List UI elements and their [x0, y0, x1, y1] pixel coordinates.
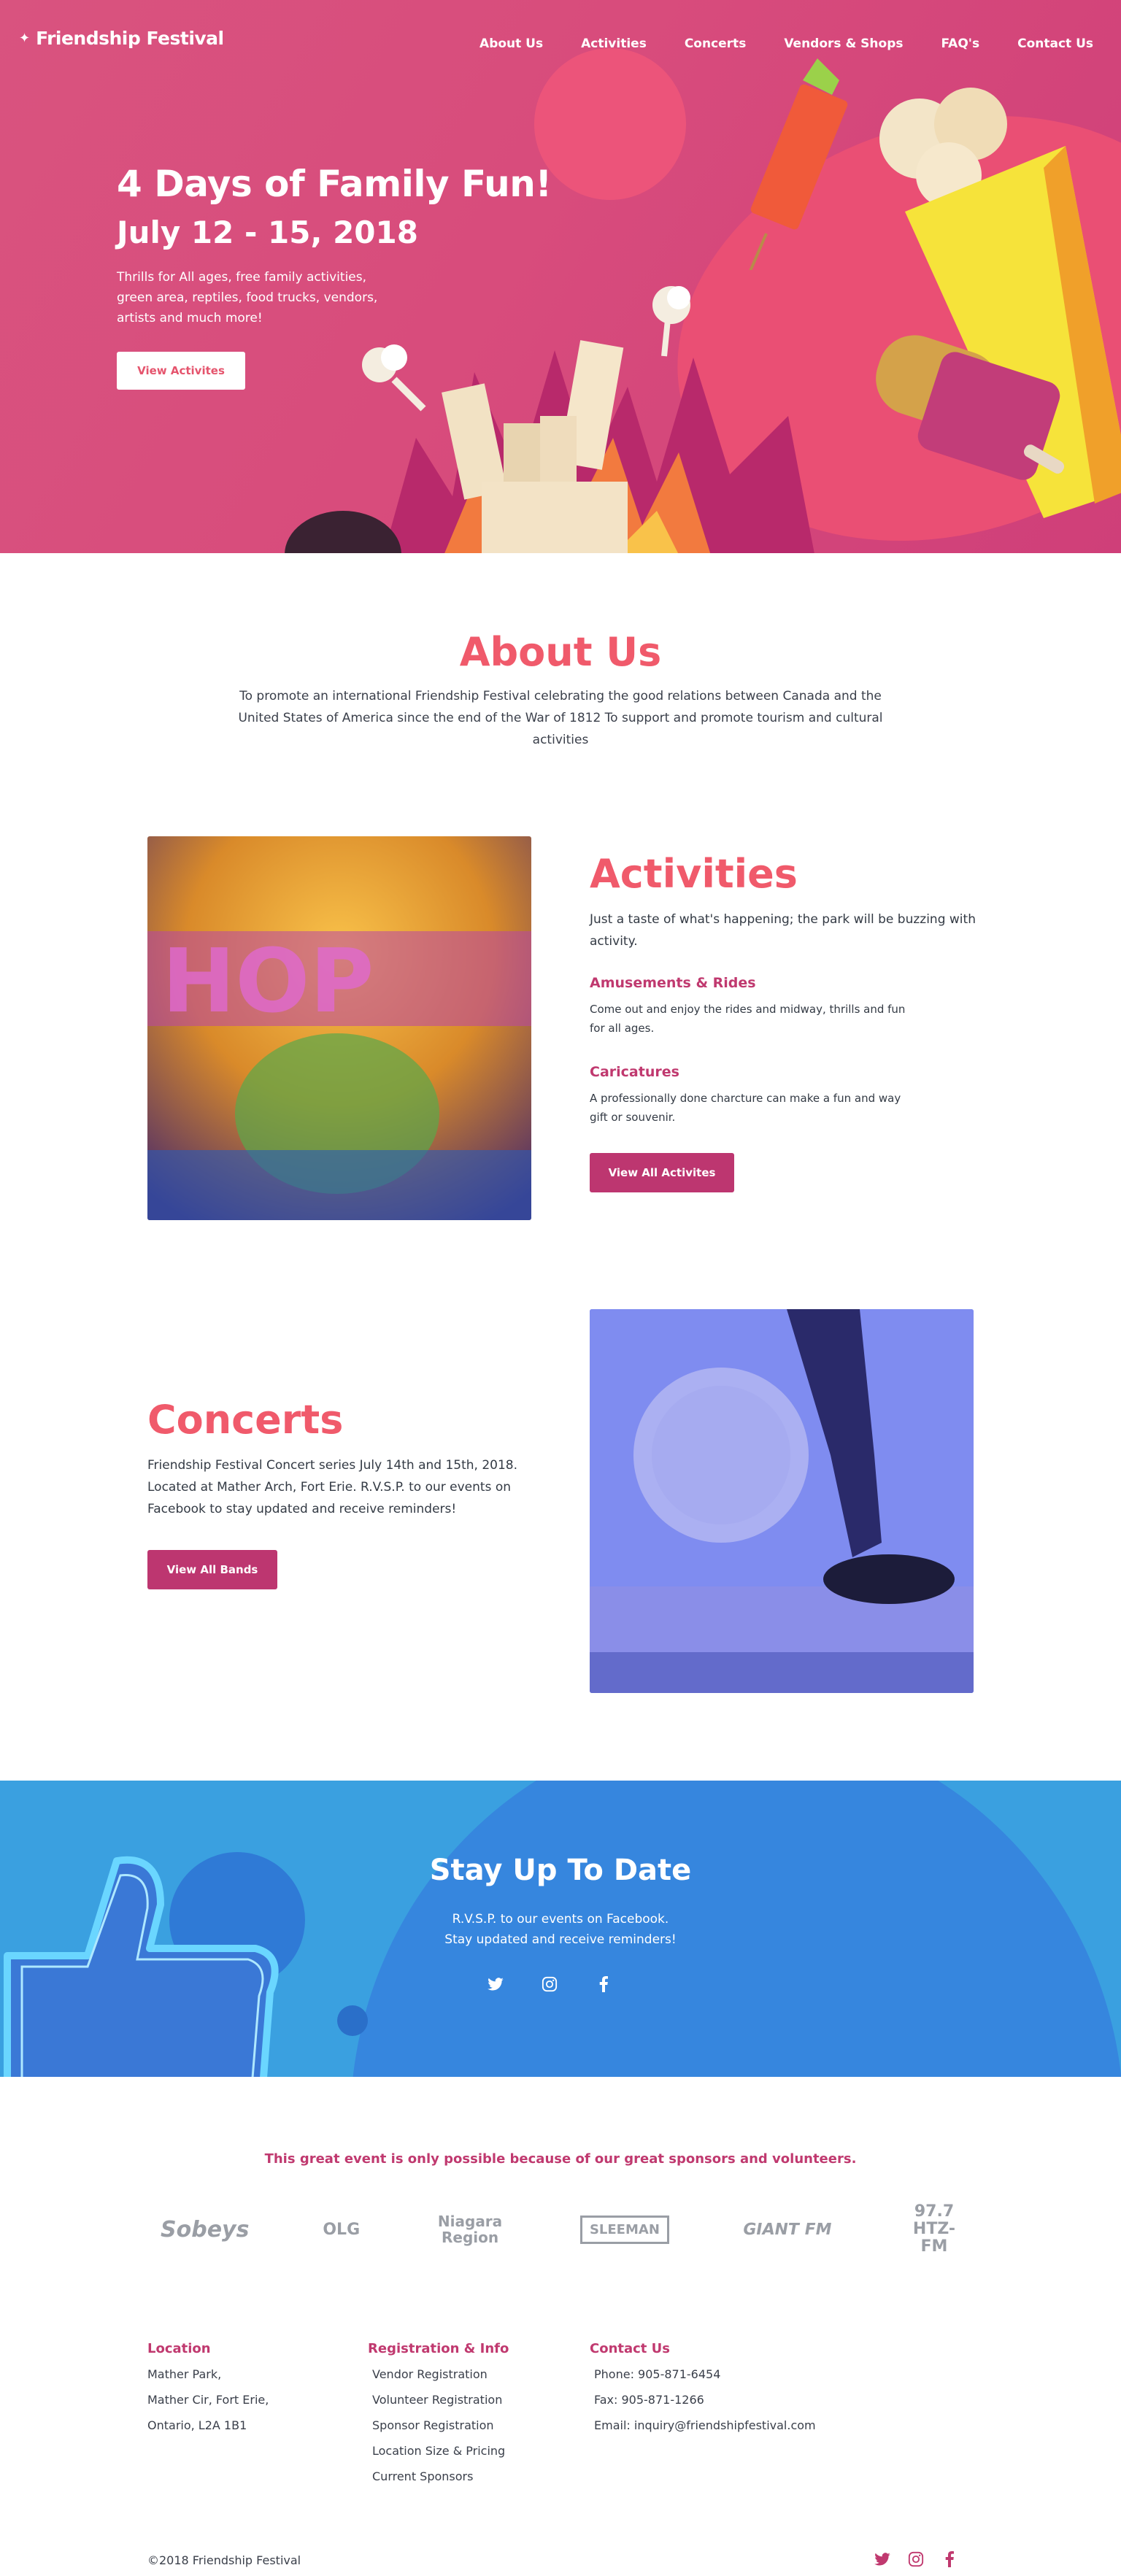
- nav-vendors[interactable]: Vendors & Shops: [784, 36, 903, 51]
- sponsor-logo-sleeman[interactable]: SLEEMAN: [579, 2215, 669, 2244]
- logo-text: Friendship Festival: [36, 28, 224, 49]
- view-all-activities-button[interactable]: View All Activites: [590, 1153, 734, 1192]
- hero-description: Thrills for All ages, free family activi…: [117, 270, 378, 326]
- copyright: ©2018 Friendship Festival: [147, 2553, 301, 2567]
- footer-location-title: Location: [147, 2341, 211, 2356]
- footer-social-icons: [873, 2550, 959, 2569]
- footer-link-location-size-pricing[interactable]: Location Size & Pricing: [372, 2444, 505, 2458]
- about-text: To promote an international Friendship F…: [238, 689, 883, 747]
- footer-link-sponsor-registration[interactable]: Sponsor Registration: [372, 2418, 494, 2432]
- activity-title-amusements: Amusements & Rides: [590, 975, 756, 991]
- concerts-image: [590, 1309, 974, 1693]
- nav-activities[interactable]: Activities: [581, 36, 647, 51]
- nav-contact[interactable]: Contact Us: [1017, 36, 1093, 51]
- activity-text-amusements: Come out and enjoy the rides and midway,…: [590, 1003, 906, 1036]
- activities-intro: Just a taste of what's happening; the pa…: [590, 912, 976, 949]
- sponsor-logo-niagara-region[interactable]: Niagara Region: [434, 2213, 506, 2245]
- hero-text: 4 Days of Family Fun! July 12 - 15, 2018…: [117, 162, 569, 329]
- view-all-bands-button[interactable]: View All Bands: [147, 1550, 277, 1589]
- hero-section: ✦ Friendship Festival About Us Activitie…: [0, 0, 1121, 553]
- decorative-circle: [337, 2005, 368, 2036]
- footer-contact-title: Contact Us: [590, 2341, 671, 2356]
- about-title: About Us: [459, 629, 662, 675]
- stay-title: Stay Up To Date: [429, 1854, 692, 1887]
- twitter-icon[interactable]: [873, 2550, 892, 2569]
- decorative-arc: [350, 1781, 1121, 2077]
- social-icons: [485, 1973, 615, 1995]
- activity-title-caricatures: Caricatures: [590, 1064, 679, 1080]
- footer-contact-email[interactable]: Email: inquiry@friendshipfestival.com: [594, 2418, 816, 2432]
- dark-shape: [285, 511, 401, 553]
- concerts-title: Concerts: [147, 1397, 344, 1443]
- nav-about[interactable]: About Us: [479, 36, 543, 51]
- view-activities-button[interactable]: View Activites: [117, 352, 245, 390]
- sponsor-logo-sobeys[interactable]: Sobeys: [161, 2217, 249, 2243]
- concerts-text: Friendship Festival Concert series July …: [147, 1458, 518, 1516]
- nav-concerts[interactable]: Concerts: [685, 36, 747, 51]
- sponsor-logo-htz-fm[interactable]: 97.7 HTZ-FM: [905, 2202, 963, 2256]
- sponsor-logos: Sobeys OLG Niagara Region SLEEMAN GIANT …: [161, 2197, 963, 2262]
- ice-cream-illustration: [876, 335, 1065, 480]
- instagram-icon[interactable]: [539, 1973, 560, 1995]
- stay-line-2: Stay updated and receive reminders!: [444, 1932, 677, 1947]
- footer-link-volunteer-registration[interactable]: Volunteer Registration: [372, 2393, 502, 2407]
- rocket-illustration: [749, 58, 848, 270]
- sponsor-logo-giant-fm[interactable]: GIANT FM: [741, 2221, 833, 2239]
- footer-location-line: Mather Cir, Fort Erie,: [147, 2393, 269, 2407]
- main-nav: About Us Activities Concerts Vendors & S…: [479, 36, 1093, 51]
- logo[interactable]: ✦ Friendship Festival: [19, 28, 224, 49]
- page: ✦ Friendship Festival About Us Activitie…: [0, 0, 1121, 2576]
- footer-location-line: Mather Park,: [147, 2367, 222, 2381]
- facebook-icon[interactable]: [940, 2550, 959, 2569]
- stay-line-1: R.V.S.P. to our events on Facebook.: [452, 1912, 669, 1927]
- star-icon: ✦: [19, 30, 31, 46]
- footer-link-current-sponsors[interactable]: Current Sponsors: [372, 2469, 473, 2483]
- hero-title: 4 Days of Family Fun!: [117, 163, 552, 205]
- twitter-icon[interactable]: [485, 1973, 506, 1995]
- activities-image: HOP: [147, 836, 531, 1220]
- nav-faq[interactable]: FAQ's: [941, 36, 980, 51]
- activities-title: Activities: [590, 851, 798, 897]
- facebook-icon[interactable]: [593, 1973, 615, 1995]
- stay-up-to-date-section: Stay Up To Date R.V.S.P. to our events o…: [0, 1781, 1121, 2077]
- sponsors-line: This great event is only possible becaus…: [264, 2151, 857, 2167]
- footer-link-vendor-registration[interactable]: Vendor Registration: [372, 2367, 488, 2381]
- sponsor-logo-olg[interactable]: OLG: [323, 2221, 360, 2239]
- footer-contact-phone: Phone: 905-871-6454: [594, 2367, 721, 2381]
- hero-date: July 12 - 15, 2018: [117, 215, 418, 250]
- instagram-icon[interactable]: [906, 2550, 925, 2569]
- footer-location-line: Ontario, L2A 1B1: [147, 2418, 247, 2432]
- kernel-illustration: [362, 344, 426, 412]
- kernel-illustration: [652, 286, 690, 357]
- activity-text-caricatures: A professionally done charcture can make…: [590, 1092, 901, 1125]
- footer-contact-fax: Fax: 905-871-1266: [594, 2393, 704, 2407]
- footer-registration-title: Registration & Info: [368, 2341, 509, 2356]
- svg-text:HOP: HOP: [162, 931, 374, 1033]
